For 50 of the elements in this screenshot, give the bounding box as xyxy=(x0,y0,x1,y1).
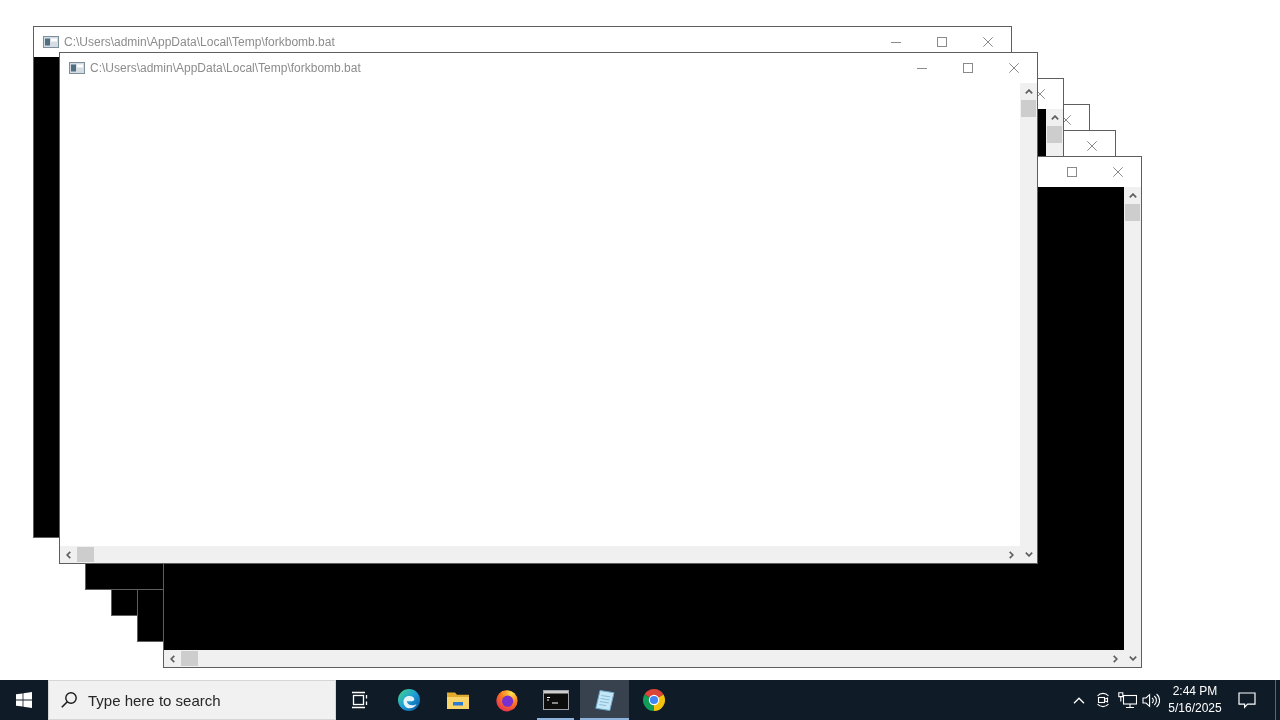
scrollbar-thumb[interactable] xyxy=(1125,204,1140,221)
clock-date: 5/16/2025 xyxy=(1167,700,1223,717)
console-icon xyxy=(43,36,59,48)
browser-icon xyxy=(494,688,519,712)
scroll-left-icon[interactable] xyxy=(66,550,71,559)
camera-icon[interactable] xyxy=(1095,691,1111,709)
close-icon[interactable] xyxy=(1061,115,1071,125)
scrollbar-thumb[interactable] xyxy=(181,651,198,666)
scroll-up-icon[interactable] xyxy=(1050,115,1059,120)
browser-icon xyxy=(396,688,421,712)
taskbar-button[interactable] xyxy=(580,680,629,720)
close-icon[interactable] xyxy=(1035,89,1045,99)
close-icon[interactable] xyxy=(983,37,993,47)
task-view-icon xyxy=(351,691,369,709)
vertical-scrollbar[interactable] xyxy=(1020,83,1037,563)
maximize-icon[interactable] xyxy=(963,63,973,73)
vertical-scrollbar[interactable] xyxy=(1046,109,1063,156)
notepad-icon xyxy=(592,688,617,712)
maximize-icon[interactable] xyxy=(1067,167,1077,177)
scrollbar-thumb[interactable] xyxy=(1021,100,1036,117)
windows-logo-icon xyxy=(16,692,32,708)
scroll-down-icon[interactable] xyxy=(1024,552,1033,557)
scroll-left-icon[interactable] xyxy=(170,654,175,663)
scroll-up-icon[interactable] xyxy=(1024,89,1033,94)
browser-icon xyxy=(641,688,666,712)
network-icon[interactable] xyxy=(1117,691,1137,709)
close-icon[interactable] xyxy=(1087,141,1097,151)
maximize-icon[interactable] xyxy=(937,37,947,47)
console-icon xyxy=(69,62,85,74)
scroll-right-icon[interactable] xyxy=(1113,654,1118,663)
horizontal-scrollbar[interactable] xyxy=(164,650,1124,667)
horizontal-scrollbar[interactable] xyxy=(60,546,1020,563)
window-title: C:\Users\admin\AppData\Local\Temp\forkbomb.bat xyxy=(90,60,361,77)
close-icon[interactable] xyxy=(1009,63,1019,73)
scrollbar-thumb[interactable] xyxy=(1047,126,1062,143)
folder-icon xyxy=(445,690,470,710)
window-title: C:\Users\admin\AppData\Local\Temp\forkbomb.bat xyxy=(64,34,335,51)
clock-time: 2:44 PM xyxy=(1171,683,1219,700)
volume-icon[interactable] xyxy=(1142,692,1160,708)
search-icon xyxy=(61,692,77,708)
vertical-scrollbar[interactable] xyxy=(1124,187,1141,667)
scroll-down-icon[interactable] xyxy=(1128,656,1137,661)
scrollbar-thumb[interactable] xyxy=(77,547,94,562)
search-field[interactable]: Type here to search xyxy=(48,680,336,720)
terminal-icon xyxy=(542,690,569,710)
scroll-up-icon[interactable] xyxy=(1128,193,1137,198)
close-icon[interactable] xyxy=(1113,167,1123,177)
chevron-up-icon[interactable] xyxy=(1073,696,1085,704)
speech-bubble-icon[interactable] xyxy=(1238,691,1256,709)
scroll-right-icon[interactable] xyxy=(1009,550,1014,559)
